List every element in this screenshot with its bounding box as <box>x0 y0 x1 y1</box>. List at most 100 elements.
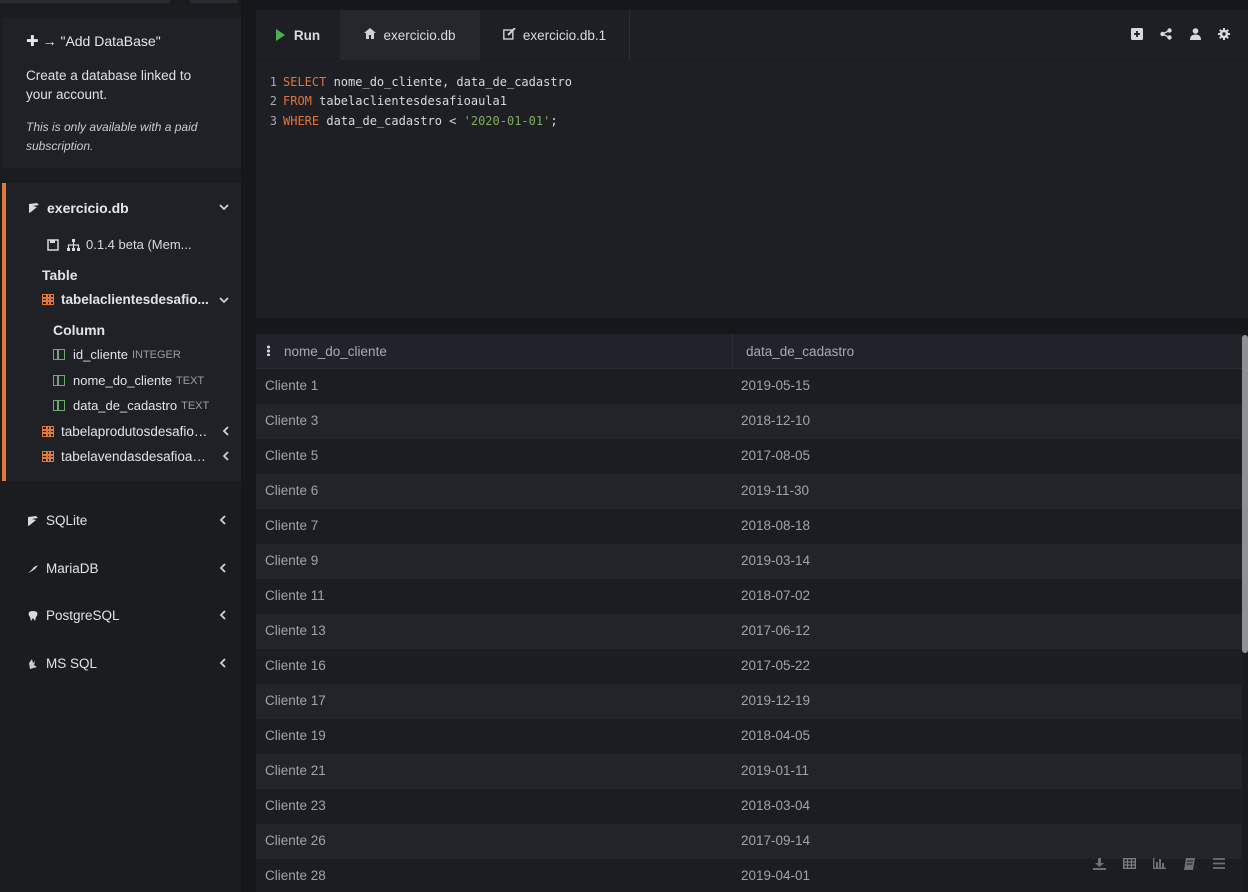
database-meta: 0.1.4 beta (Mem... <box>46 237 192 252</box>
add-database-title[interactable]: ✚ → "Add DataBase" <box>26 32 217 50</box>
cell-nome-do-cliente[interactable]: Cliente 23 <box>265 798 326 813</box>
chevron-left-icon[interactable] <box>219 563 226 576</box>
book-icon[interactable] <box>1182 857 1196 870</box>
cell-nome-do-cliente[interactable]: Cliente 16 <box>265 658 326 673</box>
tab-exercicio-db-1[interactable]: exercicio.db.1 <box>480 10 630 60</box>
cell-nome-do-cliente[interactable]: Cliente 21 <box>265 763 326 778</box>
cell-data-de-cadastro[interactable]: 2018-07-02 <box>741 588 810 603</box>
cell-data-de-cadastro[interactable]: 2018-12-10 <box>741 413 810 428</box>
sql-string: '2020-01-01' <box>463 113 551 128</box>
chevron-left-icon[interactable] <box>219 658 226 671</box>
cell-nome-do-cliente[interactable]: Cliente 17 <box>265 693 326 708</box>
column-name: data_de_cadastro <box>73 398 178 413</box>
table-row[interactable]: Cliente 21 2019-01-11 <box>256 754 1242 789</box>
column-divider[interactable] <box>732 334 733 368</box>
cell-data-de-cadastro[interactable]: 2019-04-01 <box>741 868 810 883</box>
column-header[interactable]: nome_do_cliente <box>284 344 387 359</box>
sidebar-table-clientes[interactable]: tabelaclientesdesafio... <box>42 292 211 307</box>
table-row[interactable]: Cliente 5 2017-08-05 <box>256 439 1242 474</box>
table-row[interactable]: Cliente 16 2017-05-22 <box>256 649 1242 684</box>
chevron-down-icon[interactable] <box>219 295 229 307</box>
cell-data-de-cadastro[interactable]: 2018-04-05 <box>741 728 810 743</box>
sql-text: nome_do_cliente, data_de_cadastro <box>326 74 572 89</box>
table-row[interactable]: Cliente 11 2018-07-02 <box>256 579 1242 614</box>
cell-nome-do-cliente[interactable]: Cliente 7 <box>265 518 318 533</box>
table-row[interactable]: Cliente 6 2019-11-30 <box>256 474 1242 509</box>
chevron-left-icon[interactable] <box>219 515 226 528</box>
table-row[interactable]: Cliente 19 2018-04-05 <box>256 719 1242 754</box>
cell-nome-do-cliente[interactable]: Cliente 9 <box>265 553 318 568</box>
sql-editor[interactable]: Run exercicio.db exercicio.db.1 1 SELECT… <box>256 10 1248 318</box>
menu-icon[interactable] <box>1212 857 1226 870</box>
column-item[interactable]: data_de_cadastro TEXT <box>53 398 209 413</box>
table-row[interactable]: Cliente 17 2019-12-19 <box>256 684 1242 719</box>
column-icon <box>53 375 65 386</box>
add-box-icon[interactable] <box>1131 27 1143 40</box>
column-menu-icon[interactable] <box>267 345 270 356</box>
results-scrollbar[interactable] <box>1242 335 1248 653</box>
share-icon[interactable] <box>1160 27 1172 40</box>
cell-nome-do-cliente[interactable]: Cliente 26 <box>265 833 326 848</box>
cell-data-de-cadastro[interactable]: 2019-03-14 <box>741 553 810 568</box>
cell-nome-do-cliente[interactable]: Cliente 3 <box>265 413 318 428</box>
sidebar-item-sqlite[interactable]: SQLite <box>26 513 87 528</box>
chevron-left-icon[interactable] <box>219 610 226 623</box>
cell-data-de-cadastro[interactable]: 2019-05-15 <box>741 378 810 393</box>
sidebar-item-postgresql[interactable]: PostgreSQL <box>26 608 120 623</box>
add-database-card[interactable]: ✚ → "Add DataBase" Create a database lin… <box>2 18 241 168</box>
tab-exercicio-db[interactable]: exercicio.db <box>340 10 480 60</box>
cell-data-de-cadastro[interactable]: 2018-03-04 <box>741 798 810 813</box>
table-row[interactable]: Cliente 26 2017-09-14 <box>256 824 1242 859</box>
table-row[interactable]: Cliente 9 2019-03-14 <box>256 544 1242 579</box>
cell-nome-do-cliente[interactable]: Cliente 19 <box>265 728 326 743</box>
download-icon[interactable] <box>1092 857 1106 870</box>
cell-data-de-cadastro[interactable]: 2019-12-19 <box>741 693 810 708</box>
cell-data-de-cadastro[interactable]: 2017-08-05 <box>741 448 810 463</box>
cell-nome-do-cliente[interactable]: Cliente 13 <box>265 623 326 638</box>
sidebar-table-produtos[interactable]: tabelaprodutosdesafioa... <box>42 424 211 439</box>
bar-chart-icon[interactable] <box>1152 857 1166 870</box>
cell-data-de-cadastro[interactable]: 2017-06-12 <box>741 623 810 638</box>
database-header[interactable]: exercicio.db <box>27 200 129 216</box>
chevron-left-icon[interactable] <box>222 451 229 464</box>
table-row[interactable]: Cliente 13 2017-06-12 <box>256 614 1242 649</box>
cell-nome-do-cliente[interactable]: Cliente 6 <box>265 483 318 498</box>
column-type: TEXT <box>176 374 205 387</box>
sidebar-table-vendas[interactable]: tabelavendasdesafioaul... <box>42 449 211 464</box>
cell-data-de-cadastro[interactable]: 2019-01-11 <box>741 763 809 778</box>
table-row[interactable]: Cliente 3 2018-12-10 <box>256 404 1242 439</box>
cell-nome-do-cliente[interactable]: Cliente 5 <box>265 448 318 463</box>
table-row[interactable]: Cliente 1 2019-05-15 <box>256 369 1242 404</box>
table-row[interactable]: Cliente 23 2018-03-04 <box>256 789 1242 824</box>
sitemap-icon[interactable] <box>66 238 80 252</box>
engine-label: PostgreSQL <box>46 608 120 623</box>
cell-data-de-cadastro[interactable]: 2017-09-14 <box>741 833 810 848</box>
cell-nome-do-cliente[interactable]: Cliente 11 <box>265 588 325 603</box>
sidebar: ✚ → "Add DataBase" Create a database lin… <box>0 0 241 892</box>
table-row[interactable]: Cliente 7 2018-08-18 <box>256 509 1242 544</box>
chevron-down-icon[interactable] <box>219 202 229 214</box>
cell-data-de-cadastro[interactable]: 2019-11-30 <box>741 483 809 498</box>
column-item[interactable]: nome_do_cliente TEXT <box>53 373 204 388</box>
user-icon[interactable] <box>1189 27 1201 40</box>
cell-data-de-cadastro[interactable]: 2017-05-22 <box>741 658 810 673</box>
cell-nome-do-cliente[interactable]: Cliente 1 <box>265 378 318 393</box>
sidebar-item-mssql[interactable]: MS SQL <box>26 656 97 671</box>
column-item[interactable]: id_cliente INTEGER <box>53 347 181 362</box>
save-icon[interactable] <box>46 238 60 252</box>
table-icon <box>42 294 54 305</box>
table-icon[interactable] <box>1122 857 1136 870</box>
top-tab-stub <box>0 0 170 3</box>
gear-icon[interactable] <box>1218 27 1230 40</box>
sidebar-item-mariadb[interactable]: MariaDB <box>26 561 99 576</box>
cell-nome-do-cliente[interactable]: Cliente 28 <box>265 868 326 883</box>
chevron-left-icon[interactable] <box>222 426 229 439</box>
run-button[interactable]: Run <box>256 10 340 60</box>
engine-label: MariaDB <box>46 561 99 576</box>
column-header[interactable]: data_de_cadastro <box>746 344 854 359</box>
results-toolbar <box>1092 857 1226 870</box>
add-database-description: Create a database linked to your account… <box>26 68 192 102</box>
edit-icon <box>502 26 516 43</box>
code-area[interactable]: 1 SELECT nome_do_cliente, data_de_cadast… <box>256 72 572 131</box>
cell-data-de-cadastro[interactable]: 2018-08-18 <box>741 518 810 533</box>
